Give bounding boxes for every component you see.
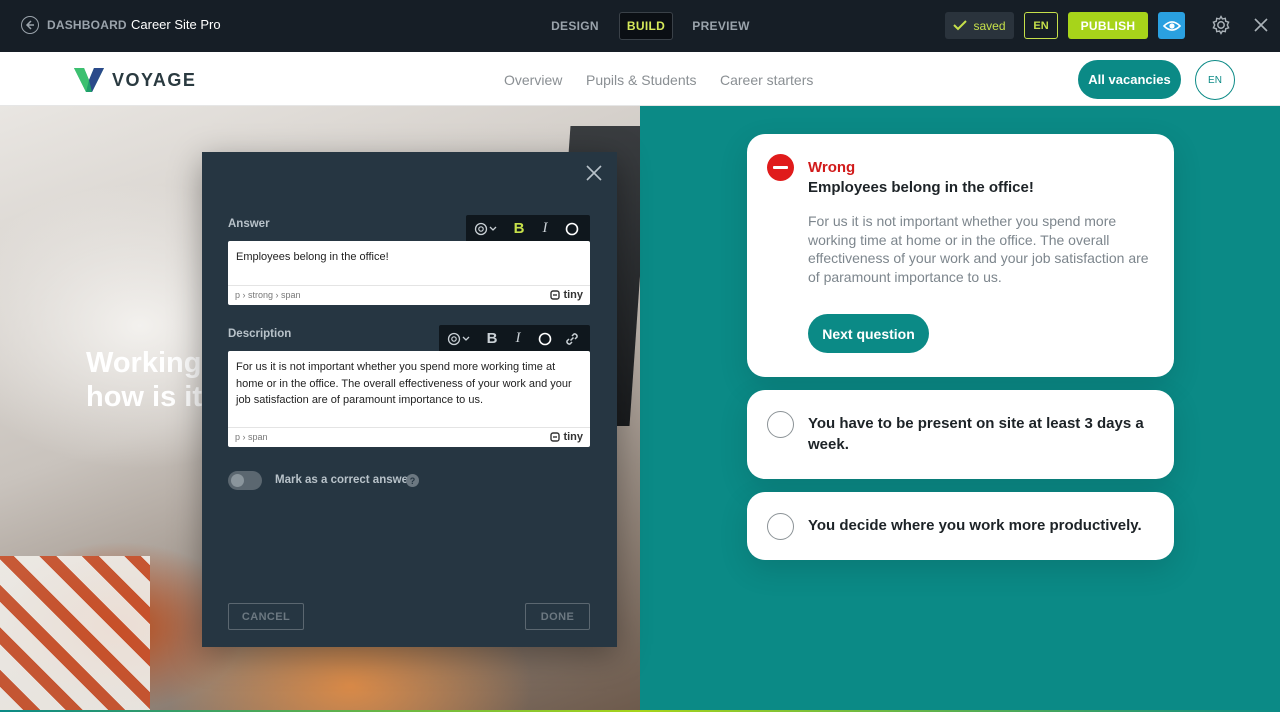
answer-input[interactable]: Employees belong in the office!	[236, 249, 576, 266]
answer-editor-modal: Answer B I Employees belong in the offic…	[202, 152, 617, 647]
modal-close-icon[interactable]	[585, 164, 603, 182]
tiny-label: tiny	[563, 431, 583, 443]
eye-icon[interactable]	[1158, 12, 1185, 39]
correct-answer-toggle[interactable]	[228, 471, 262, 490]
description-label: Description	[228, 328, 292, 340]
tiny-branding[interactable]: tiny	[550, 289, 583, 301]
gear-icon[interactable]	[1210, 14, 1232, 36]
circle-format-icon[interactable]	[531, 325, 558, 352]
bold-button[interactable]: B	[506, 215, 532, 242]
tiny-logo-icon	[550, 290, 561, 300]
italic-button[interactable]: I	[505, 325, 531, 352]
editor-topbar: DASHBOARD Career Site Pro DESIGN BUILD P…	[0, 0, 1280, 52]
tab-design[interactable]: DESIGN	[548, 12, 602, 40]
site-navigation: VOYAGE Overview Pupils & Students Career…	[0, 52, 1280, 106]
saved-status: saved	[945, 12, 1014, 39]
tab-build[interactable]: BUILD	[619, 12, 673, 40]
italic-button[interactable]: I	[532, 215, 558, 242]
element-path: p › strong › span	[235, 290, 301, 300]
tiny-label: tiny	[563, 289, 583, 301]
tiny-logo-icon	[550, 432, 561, 442]
brand-logo[interactable]: VOYAGE	[74, 66, 196, 94]
page-bottom	[0, 712, 1280, 725]
answer-option-text[interactable]: You have to be present on site at least …	[808, 413, 1148, 455]
editor-statusbar: p › strong › span tiny	[228, 285, 590, 305]
radio-icon[interactable]	[767, 513, 794, 540]
radio-icon[interactable]	[767, 411, 794, 438]
check-icon	[953, 20, 968, 31]
brand-name: VOYAGE	[112, 69, 197, 90]
element-path: p › span	[235, 432, 268, 442]
link-icon[interactable]	[558, 325, 586, 352]
done-button[interactable]: DONE	[525, 603, 590, 630]
ai-assistant-icon[interactable]	[439, 325, 479, 352]
answer-option-card[interactable]: You decide where you work more productiv…	[747, 492, 1174, 560]
selected-answer: Employees belong in the office!	[808, 179, 1034, 196]
description-editor[interactable]: For us it is not important whether you s…	[228, 351, 590, 447]
saved-label: saved	[973, 18, 1006, 33]
answer-option-card[interactable]: You have to be present on site at least …	[747, 390, 1174, 479]
next-question-button[interactable]: Next question	[808, 314, 929, 353]
language-button[interactable]: EN	[1024, 12, 1058, 39]
cancel-button[interactable]: CANCEL	[228, 603, 304, 630]
bold-button[interactable]: B	[479, 325, 505, 352]
dashboard-link[interactable]: DASHBOARD	[47, 18, 127, 32]
back-icon[interactable]	[21, 16, 39, 34]
answer-option-text[interactable]: You decide where you work more productiv…	[808, 515, 1148, 536]
answer-toolbar: B I	[466, 215, 590, 242]
description-input[interactable]: For us it is not important whether you s…	[236, 359, 576, 409]
site-name: Career Site Pro	[131, 17, 221, 32]
correct-answer-label: Mark as a correct answer	[275, 474, 413, 486]
circle-format-icon[interactable]	[558, 215, 586, 242]
tab-preview[interactable]: PREVIEW	[690, 12, 752, 40]
answer-feedback-card: Wrong Employees belong in the office! Fo…	[747, 134, 1174, 377]
nav-link-career-starters[interactable]: Career starters	[720, 72, 813, 88]
hero-heading: Working how is it	[86, 346, 202, 414]
nav-link-pupils-students[interactable]: Pupils & Students	[586, 72, 697, 88]
ai-assistant-icon[interactable]	[466, 215, 506, 242]
voyage-logo-icon	[74, 68, 104, 92]
answer-label: Answer	[228, 218, 270, 230]
site-language-button[interactable]: EN	[1195, 60, 1235, 100]
publish-button[interactable]: PUBLISH	[1068, 12, 1148, 39]
hero-pillow-shape	[0, 556, 150, 712]
editor-statusbar: p › span tiny	[228, 427, 590, 447]
close-icon[interactable]	[1252, 16, 1270, 34]
hero-heading-line-2: how is it	[86, 381, 202, 413]
tiny-branding[interactable]: tiny	[550, 431, 583, 443]
answer-description: For us it is not important whether you s…	[808, 213, 1149, 286]
help-icon[interactable]: ?	[406, 474, 419, 487]
nav-link-overview[interactable]: Overview	[504, 72, 562, 88]
result-label: Wrong	[808, 159, 856, 176]
description-toolbar: B I	[439, 325, 590, 352]
hero-heading-line-1: Working	[86, 347, 202, 379]
wrong-icon	[767, 154, 794, 181]
answer-editor[interactable]: Employees belong in the office! p › stro…	[228, 241, 590, 305]
all-vacancies-button[interactable]: All vacancies	[1078, 60, 1181, 99]
